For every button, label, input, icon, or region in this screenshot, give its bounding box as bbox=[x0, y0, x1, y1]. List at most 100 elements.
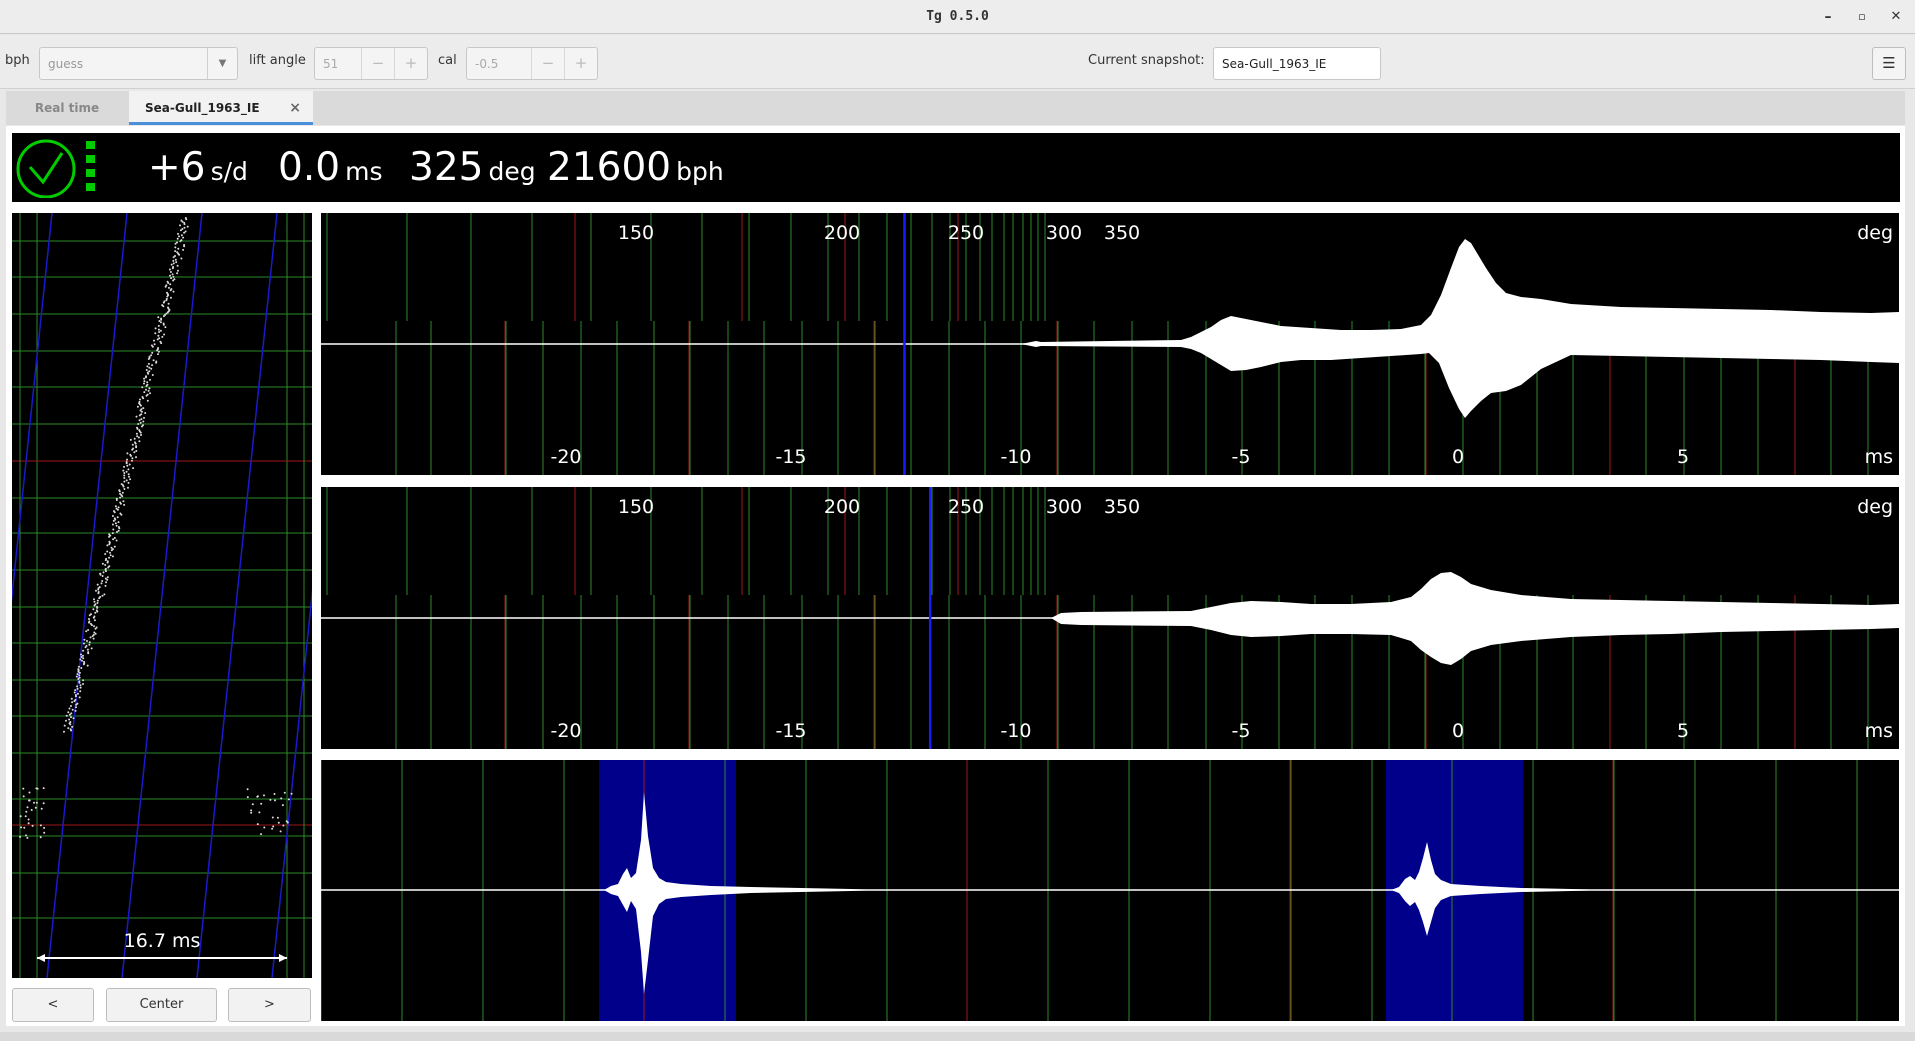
paper-dot bbox=[63, 730, 65, 733]
snapshot-name-field[interactable]: Sea-Gull_1963_IE bbox=[1213, 47, 1381, 80]
tab-snapshot[interactable]: Sea-Gull_1963_IE × bbox=[129, 91, 313, 125]
paper-dot bbox=[146, 365, 149, 368]
paper-dot bbox=[92, 616, 95, 619]
paper-dot bbox=[131, 448, 134, 451]
paper-dot bbox=[156, 349, 159, 352]
paper-dot bbox=[160, 342, 163, 345]
paper-dot bbox=[25, 810, 28, 813]
close-tab-icon[interactable]: × bbox=[289, 100, 301, 116]
paper-dot bbox=[177, 232, 179, 235]
paper-dot bbox=[123, 477, 126, 479]
bph-combobox[interactable]: guess ▼ bbox=[39, 47, 238, 80]
paper-dot bbox=[70, 729, 73, 732]
beat-error-unit: ms bbox=[345, 157, 383, 186]
paper-dot bbox=[144, 412, 147, 414]
paper-dot bbox=[154, 332, 157, 335]
period-waveform-plot[interactable] bbox=[320, 760, 1899, 1021]
lift-angle-spinner[interactable]: 51 − + bbox=[314, 47, 428, 80]
paper-dot bbox=[179, 240, 182, 243]
paper-dot bbox=[71, 701, 74, 704]
paper-dot bbox=[74, 689, 77, 692]
paper-dot bbox=[168, 268, 171, 271]
paper-dot bbox=[157, 324, 160, 327]
paper-dot bbox=[42, 802, 45, 805]
tic-ms-label-5: 5 bbox=[1677, 446, 1689, 468]
paper-dot bbox=[123, 465, 125, 468]
tic-waveform-plot[interactable]: 150 200 250 300 350 deg -20 -15 -10 -5 0… bbox=[321, 213, 1899, 475]
paper-dot bbox=[180, 234, 183, 237]
paper-dot bbox=[94, 632, 97, 635]
cal-spinner[interactable]: -0.5 − + bbox=[466, 47, 598, 80]
paper-dot bbox=[178, 253, 181, 256]
paper-dot bbox=[129, 438, 132, 441]
paper-strip-chart[interactable]: 16.7 ms bbox=[0, 212, 353, 979]
paper-dot bbox=[143, 382, 145, 385]
paper-dot bbox=[290, 792, 293, 795]
tic-ms-label-minus10: -10 bbox=[1000, 446, 1031, 468]
paper-center-button[interactable]: Center bbox=[106, 988, 217, 1022]
paper-dot bbox=[27, 822, 30, 825]
cal-increment-button[interactable]: + bbox=[564, 48, 597, 79]
paper-dot bbox=[96, 602, 99, 604]
bottom-status-strip bbox=[0, 1032, 1915, 1041]
paper-dot bbox=[172, 259, 175, 262]
lift-angle-increment-button[interactable]: + bbox=[394, 48, 427, 79]
paper-dot bbox=[70, 705, 72, 707]
paper-dot bbox=[136, 405, 139, 408]
toc-waveform-plot[interactable]: 150 200 250 300 350 deg -20 -15 -10 -5 0… bbox=[321, 487, 1899, 749]
cal-decrement-button[interactable]: − bbox=[531, 48, 564, 79]
paper-dot bbox=[125, 470, 128, 473]
paper-dot bbox=[25, 834, 27, 837]
toc-envelope bbox=[321, 572, 1899, 665]
paper-scroll-right-button[interactable]: > bbox=[228, 988, 311, 1022]
paper-dot bbox=[172, 290, 175, 293]
paper-dot bbox=[177, 269, 179, 272]
chevron-down-icon[interactable]: ▼ bbox=[207, 48, 237, 79]
readout-icons bbox=[16, 139, 95, 198]
paper-dot bbox=[287, 798, 290, 801]
paper-dot bbox=[84, 646, 87, 649]
paper-dot bbox=[39, 836, 42, 839]
paper-dot bbox=[77, 692, 79, 695]
maximize-button[interactable]: ▫ bbox=[1852, 8, 1872, 26]
paper-dot bbox=[88, 621, 90, 624]
paper-dot bbox=[150, 367, 153, 370]
paper-dot bbox=[104, 584, 107, 587]
tab-real-time[interactable]: Real time bbox=[6, 91, 128, 125]
paper-dot bbox=[65, 714, 68, 717]
paper-dot bbox=[119, 502, 122, 505]
tic-ms-labels: -20 -15 -10 -5 0 5 ms bbox=[550, 446, 1893, 468]
paper-dot bbox=[138, 440, 141, 443]
toc-ms-label-minus20: -20 bbox=[550, 720, 581, 742]
menu-button[interactable]: ☰ bbox=[1872, 47, 1906, 80]
cal-value[interactable]: -0.5 bbox=[475, 57, 498, 71]
minimize-button[interactable]: – bbox=[1818, 8, 1838, 26]
hamburger-menu-icon: ☰ bbox=[1882, 54, 1896, 72]
paper-dot bbox=[33, 801, 35, 804]
paper-dot bbox=[185, 218, 188, 221]
lift-angle-value[interactable]: 51 bbox=[323, 57, 338, 71]
tic-envelope bbox=[321, 239, 1899, 418]
readout-bar: +6 s/d 0.0 ms 325 deg 21600 bph bbox=[12, 133, 1900, 202]
paper-dot bbox=[71, 708, 74, 711]
paper-dot bbox=[113, 545, 116, 548]
paper-dot bbox=[82, 657, 85, 660]
paper-dot bbox=[176, 272, 179, 275]
tic-ms-label-minus15: -15 bbox=[775, 446, 806, 468]
toc-ms-unit: ms bbox=[1865, 720, 1893, 742]
paper-dot bbox=[82, 683, 84, 685]
paper-dot bbox=[108, 535, 111, 538]
paper-dot bbox=[123, 503, 126, 506]
paper-span-indicator bbox=[37, 954, 287, 962]
paper-dot bbox=[135, 432, 138, 435]
paper-scroll-left-button[interactable]: < bbox=[12, 988, 94, 1022]
paper-dot bbox=[140, 410, 143, 413]
amplitude-unit: deg bbox=[488, 157, 536, 186]
paper-dot bbox=[111, 523, 114, 526]
tic-ms-unit: ms bbox=[1865, 446, 1893, 468]
close-button[interactable]: ✕ bbox=[1886, 8, 1906, 26]
paper-dot bbox=[162, 315, 165, 318]
lift-angle-decrement-button[interactable]: − bbox=[361, 48, 394, 79]
paper-dot bbox=[127, 468, 130, 471]
paper-dot bbox=[19, 835, 22, 838]
